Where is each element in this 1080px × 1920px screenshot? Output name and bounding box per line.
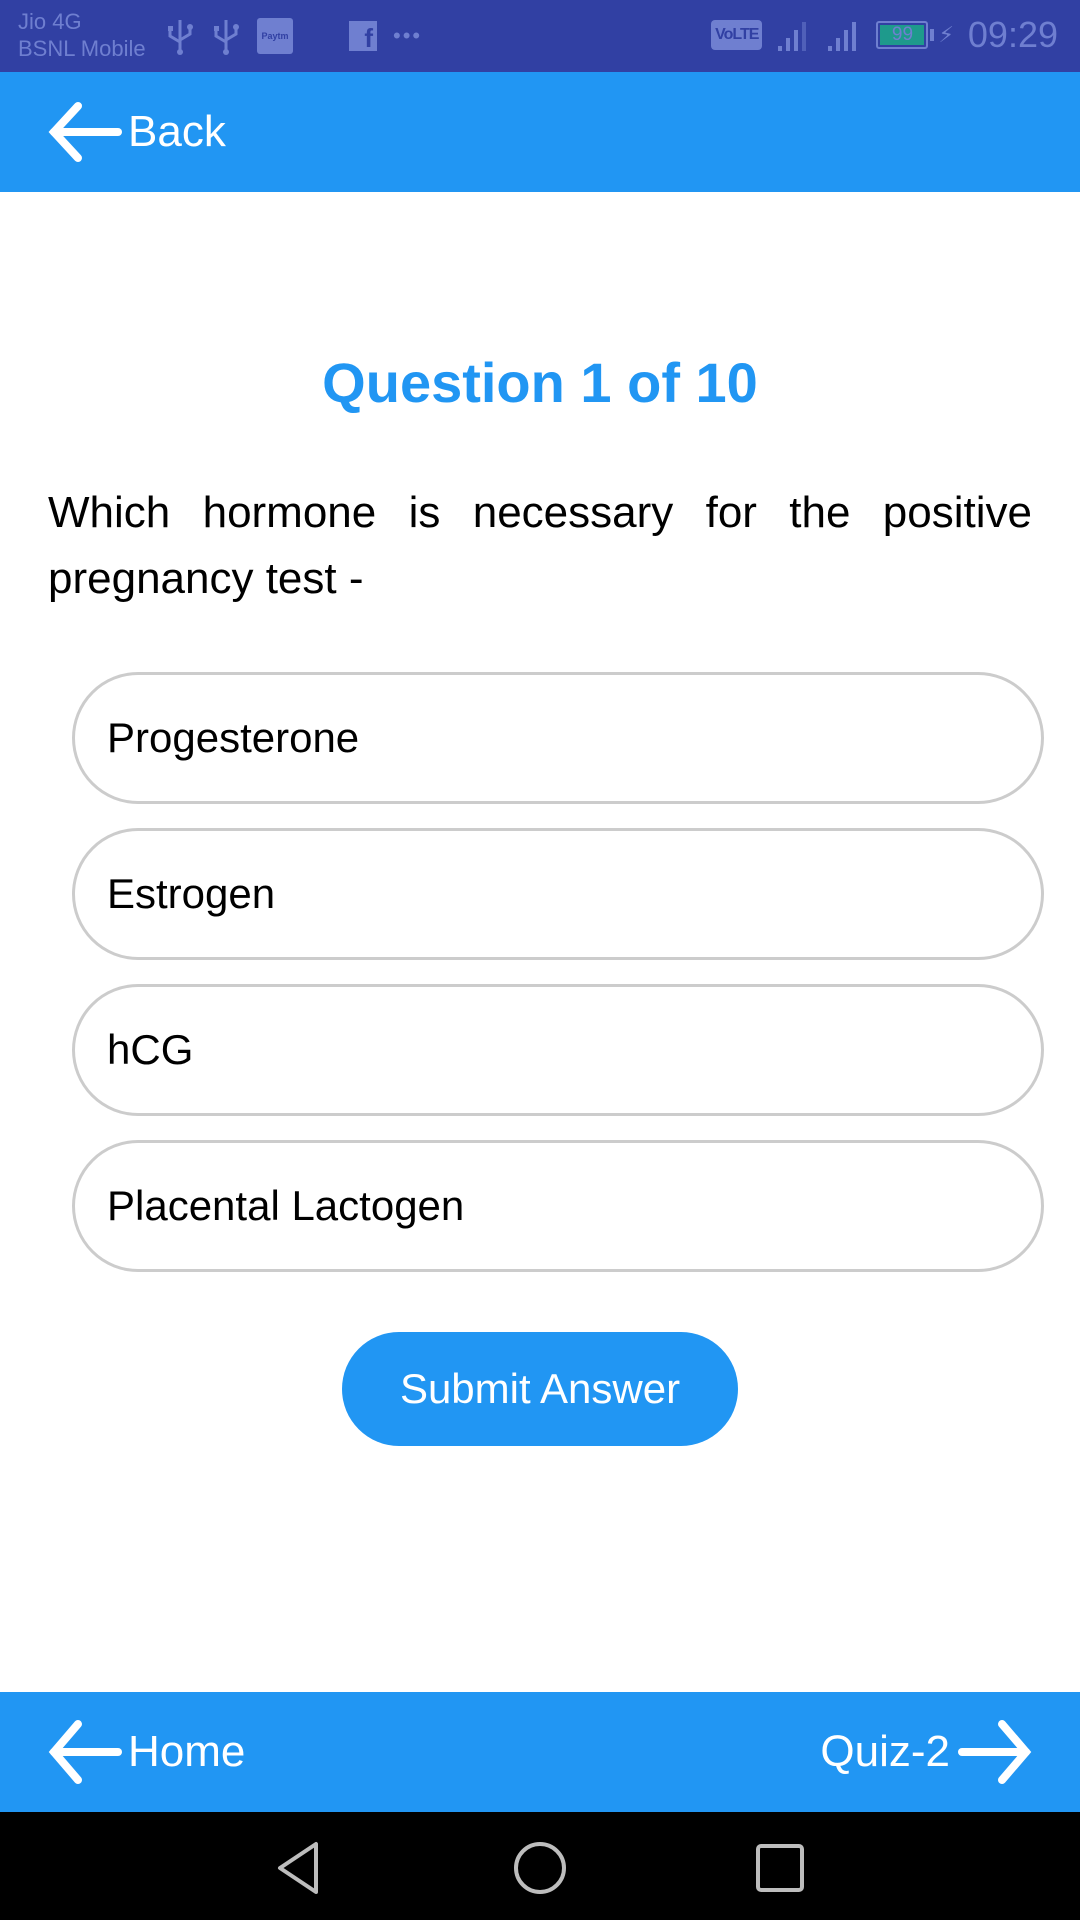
arrow-right-icon [958,1720,1032,1784]
system-status-icons: VoLTE 99 ⚡ 09:29 [711,14,1058,56]
signal-strength-icon [828,22,857,51]
option-label: hCG [107,1026,194,1073]
back-button[interactable]: Back [0,72,1080,192]
carrier-2: BSNL Mobile [18,36,146,61]
option-label: Placental Lactogen [107,1182,465,1229]
next-quiz-button[interactable]: Quiz-2 [820,1692,1034,1812]
volte-icon: VoLTE [711,20,763,50]
answer-option[interactable]: hCG [72,984,1044,1116]
usb-icon [168,20,193,55]
question-counter-title: Question 1 of 10 [322,351,758,414]
home-circle-icon[interactable] [512,1840,568,1896]
battery-icon: 99 ⚡ [876,21,954,49]
signal-strength-icon [778,22,807,51]
carrier-1: Jio 4G [18,9,82,34]
battery-level: 99 [880,25,925,45]
system-navigation-bar [0,1812,1080,1920]
more-dots-icon: ••• [393,23,423,48]
recents-square-icon[interactable] [752,1840,808,1896]
answer-option[interactable]: Placental Lactogen [72,1140,1044,1272]
paytm-icon: Paytm [257,18,293,54]
next-quiz-label: Quiz-2 [820,1727,950,1776]
submit-answer-button[interactable]: Submit Answer [342,1332,738,1446]
home-label: Home [128,1727,246,1776]
home-button[interactable]: Home [46,1692,245,1812]
option-label: Estrogen [107,870,276,917]
notification-icons: Paytm f ••• [165,16,422,56]
status-bar: Jio 4G BSNL Mobile Paytm f ••• VoLTE 99 … [0,0,1080,72]
bottom-nav-bar: Home Quiz-2 [0,1692,1080,1812]
clock: 09:29 [967,14,1058,55]
carrier-info: Jio 4G BSNL Mobile [18,8,146,62]
facebook-icon: f [349,21,377,51]
answer-option[interactable]: Progesterone [72,672,1044,804]
back-triangle-icon[interactable] [272,1840,328,1896]
answer-options: Progesterone Estrogen hCG Placental Lact… [72,672,1044,1296]
charging-icon: ⚡ [938,22,954,47]
option-label: Progesterone [107,714,360,761]
question-text: Which hormone is necessary for the posit… [48,488,1032,603]
usb-icon [214,20,239,55]
arrow-left-icon [48,1720,122,1784]
arrow-left-icon [48,102,122,162]
back-label: Back [128,107,226,156]
answer-option[interactable]: Estrogen [72,828,1044,960]
